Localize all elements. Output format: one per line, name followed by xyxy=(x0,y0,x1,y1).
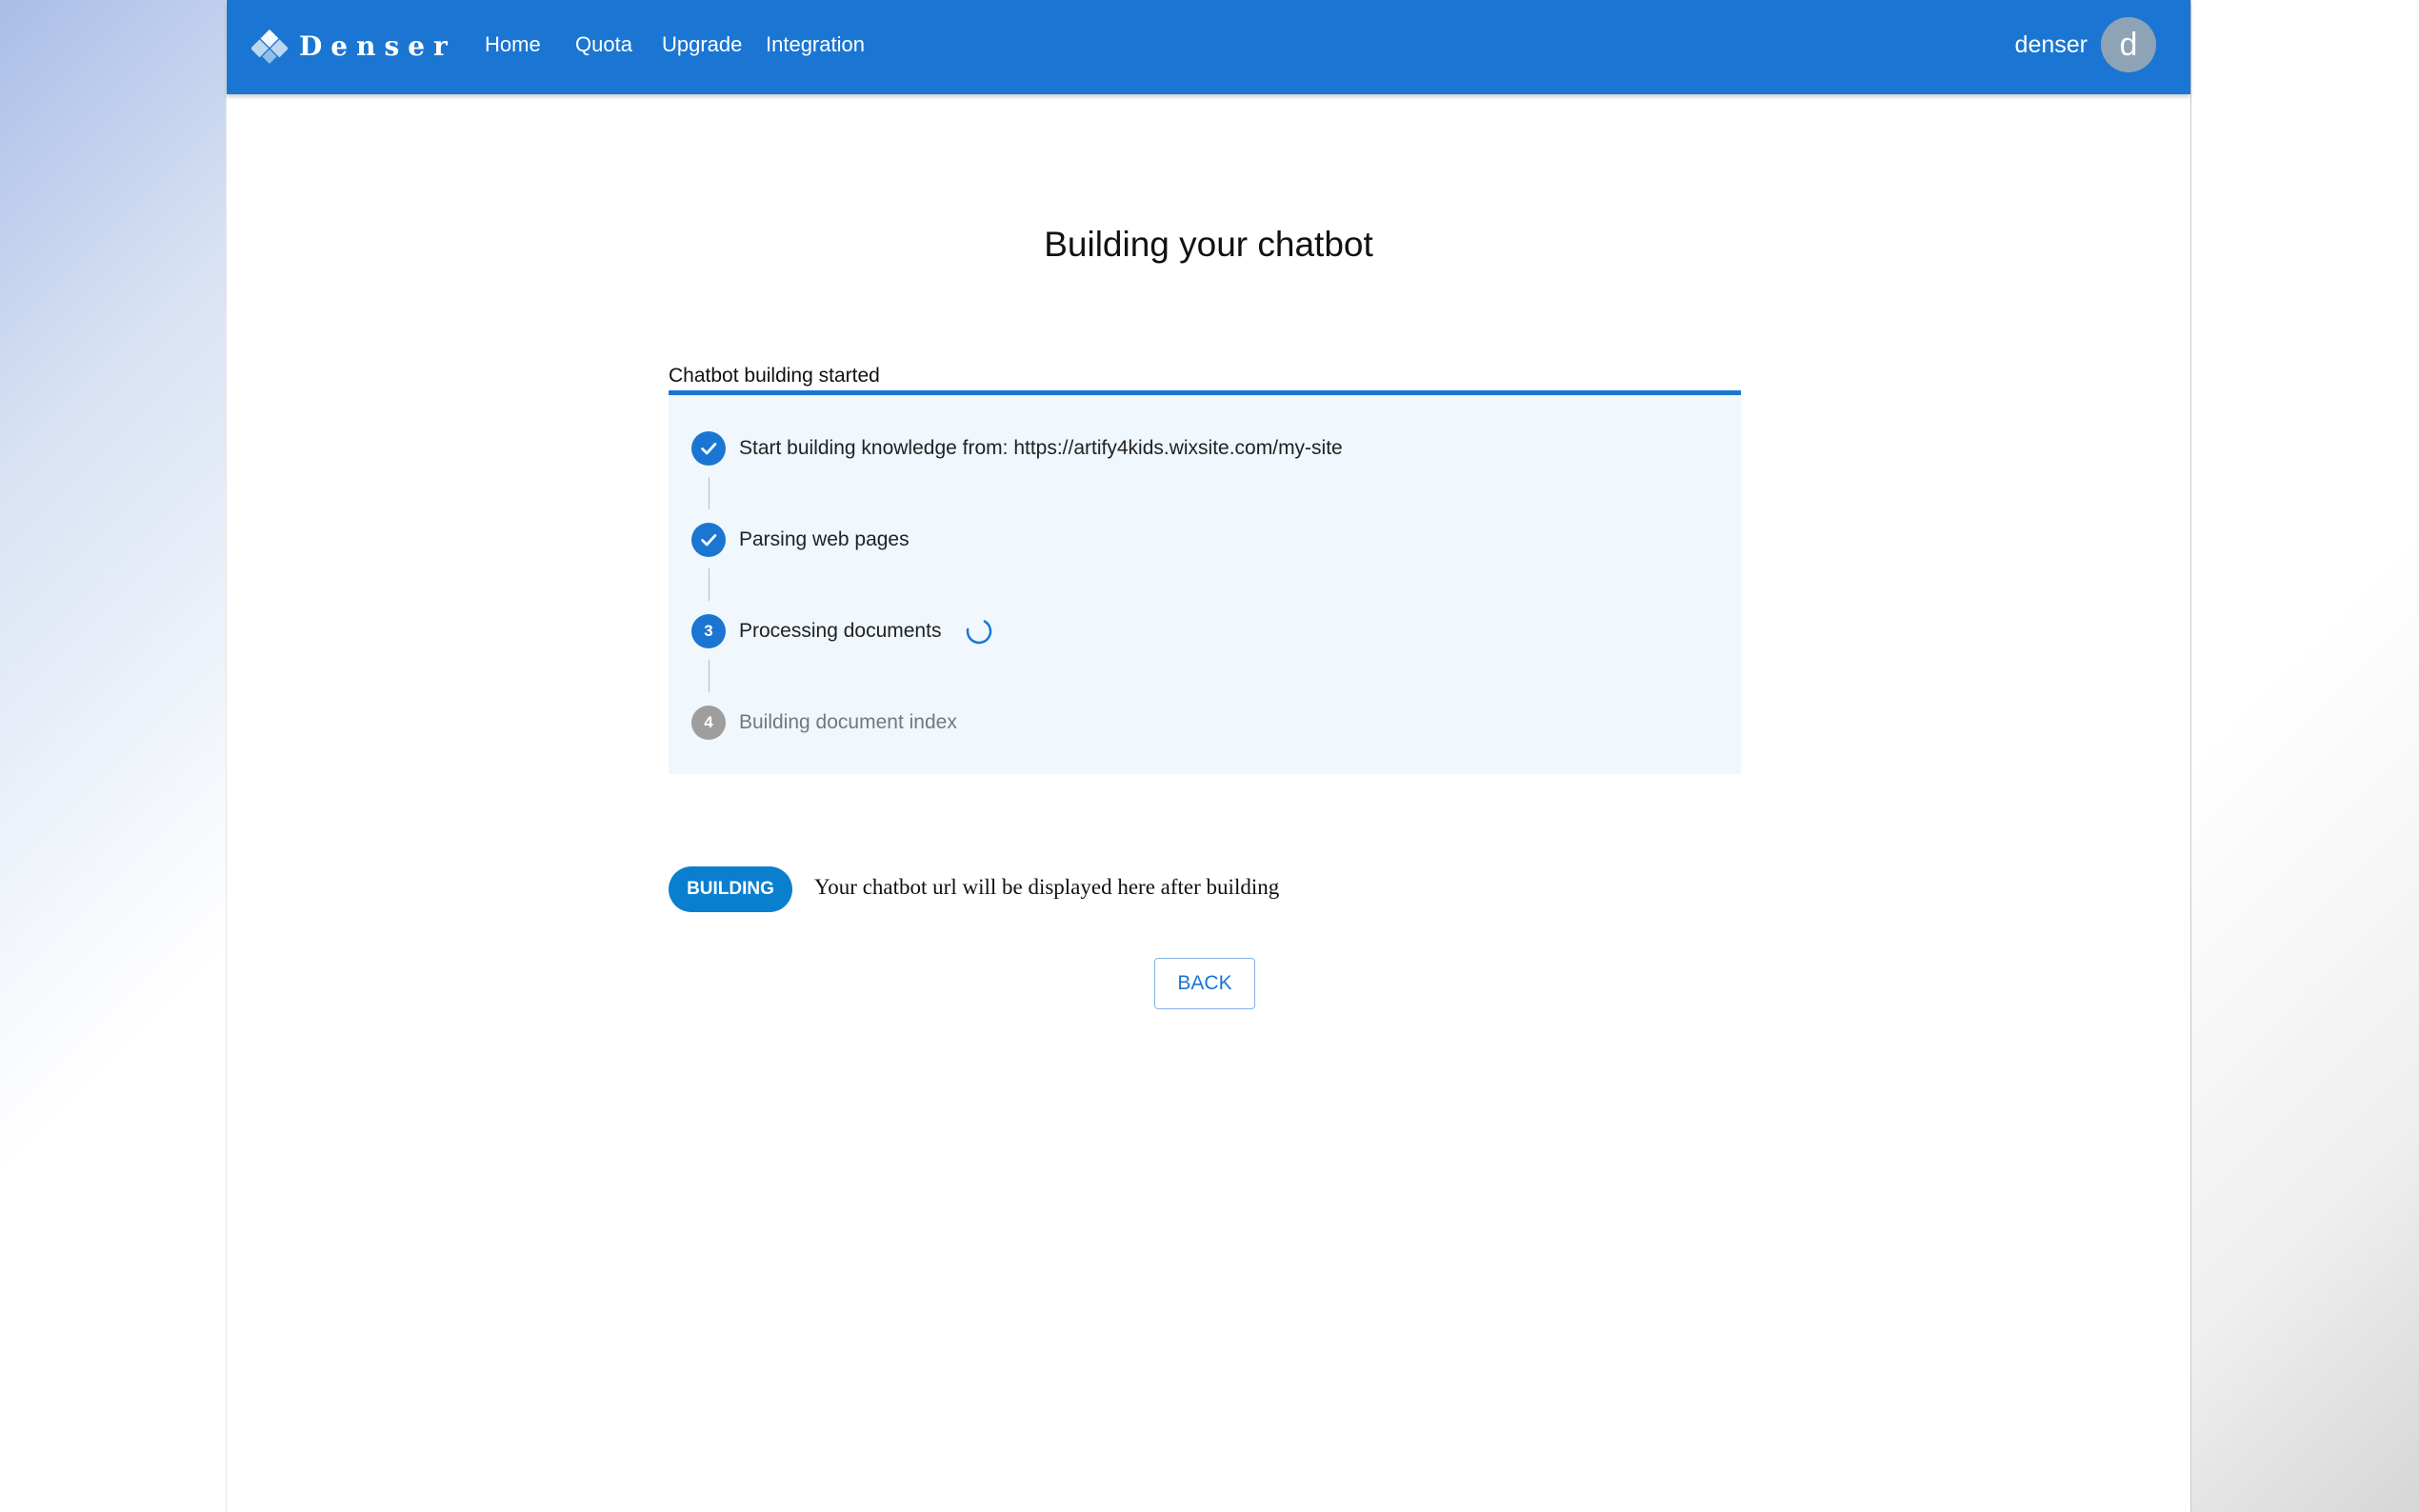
check-icon xyxy=(691,431,726,466)
brand-name: Denser xyxy=(299,30,456,62)
spinner-icon xyxy=(967,618,992,645)
back-button[interactable]: BACK xyxy=(1154,958,1255,1009)
step-label: Start building knowledge from: https://a… xyxy=(739,437,1343,459)
step-label: Building document index xyxy=(739,711,957,733)
step-connector xyxy=(709,477,710,509)
step-connector xyxy=(709,568,710,601)
build-stepper: Start building knowledge from: https://a… xyxy=(669,395,1741,774)
avatar[interactable]: d xyxy=(2101,17,2156,72)
nav-home[interactable]: Home xyxy=(485,32,541,57)
user-menu[interactable]: denser d xyxy=(2015,17,2156,72)
user-name: denser xyxy=(2014,30,2088,58)
chatbot-url-message: Your chatbot url will be displayed here … xyxy=(814,875,1280,899)
status-badge: BUILDING xyxy=(669,866,792,912)
denser-logo-icon xyxy=(251,28,288,64)
step-building-document-index: 4 Building document index xyxy=(691,706,957,740)
progress-label: Chatbot building started xyxy=(669,365,880,387)
nav-quota[interactable]: Quota xyxy=(575,32,632,57)
app-window: Denser Home Quota Upgrade Integration de… xyxy=(227,0,2190,1512)
nav-upgrade[interactable]: Upgrade xyxy=(662,32,742,57)
step-start-building: Start building knowledge from: https://a… xyxy=(691,431,1343,466)
step-processing-documents: 3 Processing documents xyxy=(691,614,994,648)
check-icon xyxy=(691,523,726,557)
step-parsing-web-pages: Parsing web pages xyxy=(691,523,910,557)
page-title: Building your chatbot xyxy=(1044,225,1373,264)
step-number-4: 4 xyxy=(691,706,726,740)
step-number-3: 3 xyxy=(691,614,726,648)
step-label: Processing documents xyxy=(739,620,942,642)
step-connector xyxy=(709,660,710,692)
step-label: Parsing web pages xyxy=(739,528,910,550)
brand-logo[interactable]: Denser xyxy=(251,27,456,65)
app-bar: Denser Home Quota Upgrade Integration de… xyxy=(227,0,2190,94)
nav-integration[interactable]: Integration xyxy=(766,32,865,57)
